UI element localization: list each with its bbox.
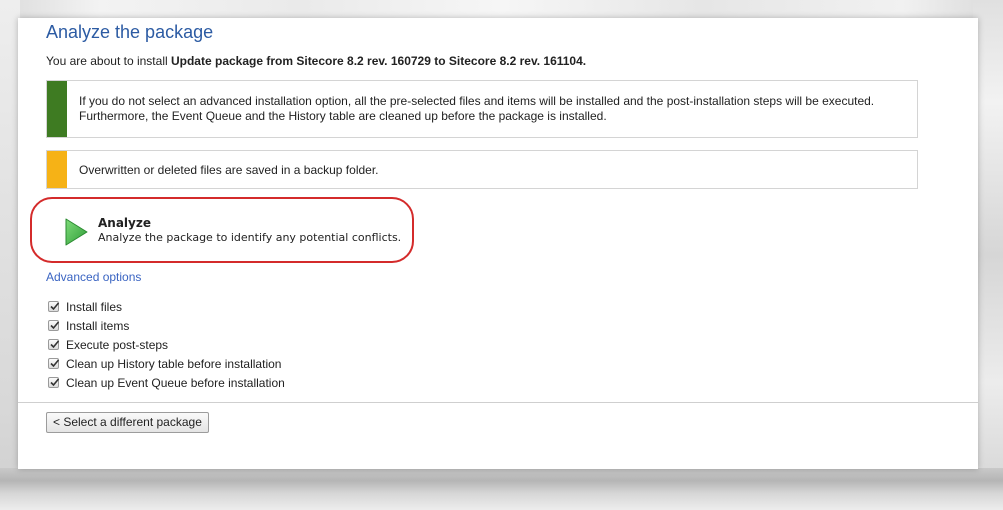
option-label: Clean up Event Queue before installation (66, 375, 285, 390)
option-clean-history: Clean up History table before installati… (48, 354, 285, 373)
page-title: Analyze the package (46, 22, 214, 42)
info-notice: If you do not select an advanced install… (46, 80, 918, 138)
backup-notice: Overwritten or deleted files are saved i… (46, 150, 918, 189)
footer-divider (18, 402, 978, 403)
play-icon (60, 217, 90, 252)
option-install-files: Install files (48, 297, 285, 316)
option-label: Install files (66, 299, 123, 314)
option-clean-event-queue: Clean up Event Queue before installation (48, 373, 285, 392)
option-label: Execute post-steps (66, 337, 169, 352)
background-edge-bottom (0, 468, 1003, 510)
install-files-checkbox[interactable] (48, 301, 60, 312)
option-install-items: Install items (48, 316, 285, 335)
analyze-button-description: Analyze the package to identify any pote… (98, 231, 402, 244)
analyze-button-label: Analyze (98, 216, 151, 230)
install-items-checkbox[interactable] (48, 320, 60, 331)
clean-history-checkbox[interactable] (48, 358, 60, 369)
select-different-package-button[interactable]: < Select a different package (46, 412, 209, 433)
background-edge-top (0, 0, 1003, 20)
background-edge-left (0, 0, 20, 510)
intro-prefix: You are about to install (46, 54, 171, 68)
clean-event-queue-checkbox[interactable] (48, 377, 60, 388)
info-notice-bar (47, 81, 67, 137)
backup-notice-bar (47, 151, 67, 188)
backup-notice-text: Overwritten or deleted files are saved i… (79, 163, 379, 177)
advanced-options-link[interactable]: Advanced options (46, 270, 141, 284)
package-name: Update package from Sitecore 8.2 rev. 16… (170, 54, 587, 68)
advanced-options-list: Install files Install items Execute post… (48, 297, 285, 392)
option-label: Install items (66, 318, 130, 333)
analyze-button[interactable]: Analyze Analyze the package to identify … (58, 213, 402, 252)
info-notice-text: If you do not select an advanced install… (79, 94, 875, 123)
execute-post-steps-checkbox[interactable] (48, 339, 60, 350)
intro-text: You are about to install Update package … (46, 54, 586, 68)
option-execute-post-steps: Execute post-steps (48, 335, 285, 354)
option-label: Clean up History table before installati… (66, 356, 282, 371)
